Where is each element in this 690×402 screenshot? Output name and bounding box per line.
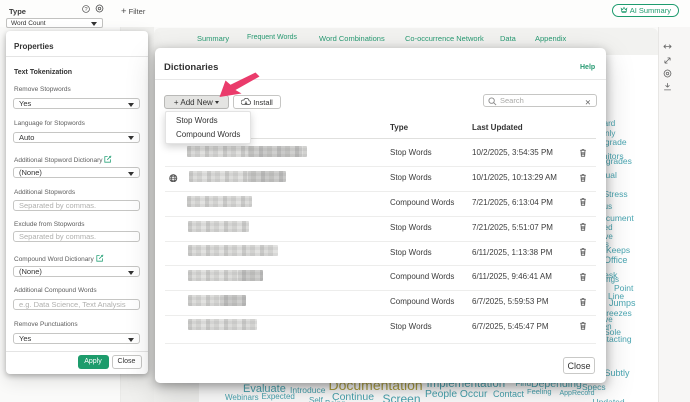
svg-text:?: ? [84,7,87,13]
